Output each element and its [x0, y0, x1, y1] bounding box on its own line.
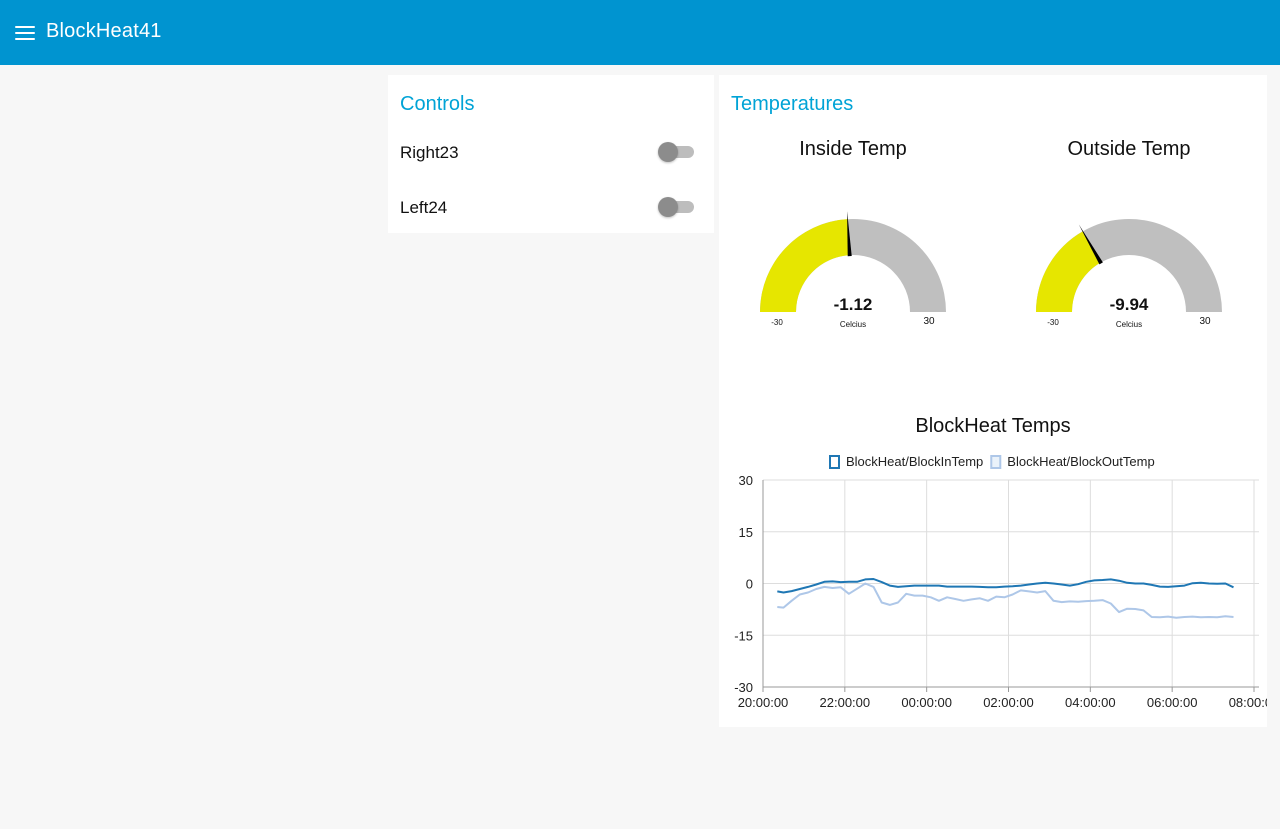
- right23-toggle-switch[interactable]: [658, 142, 696, 162]
- x-tick-label: 08:00:00: [1229, 695, 1267, 710]
- inside-temp-title: Inside Temp: [799, 138, 907, 160]
- gauge-min-label: -30: [771, 318, 783, 327]
- outside-temp-title: Outside Temp: [1067, 138, 1191, 160]
- gauge-value: -9.94: [1110, 295, 1149, 314]
- gauge-unit: Celcius: [840, 320, 866, 329]
- gauge-max-label: 30: [923, 316, 935, 327]
- temperatures-card: Temperatures Inside Temp -1.12 Celcius -30…: [719, 75, 1267, 727]
- gauge-max-label: 30: [1199, 316, 1211, 327]
- control-label: Left24: [400, 198, 448, 217]
- y-tick-label: -30: [734, 680, 753, 695]
- y-tick-label: 0: [746, 577, 753, 592]
- temperatures-title: Temperatures: [731, 93, 854, 115]
- control-row-left24: Left24: [400, 192, 696, 222]
- hamburger-menu-icon[interactable]: [15, 25, 35, 41]
- legend-label: BlockHeat/BlockInTemp: [846, 454, 983, 469]
- outside-temp-gauge: -9.94 Celcius -30 30: [1036, 219, 1222, 329]
- gauge-value: -1.12: [834, 295, 873, 314]
- top-header-bar: BlockHeat41: [0, 0, 1280, 65]
- app-title: BlockHeat41: [46, 20, 162, 42]
- gauge-unit: Celcius: [1116, 320, 1142, 329]
- x-tick-label: 06:00:00: [1147, 695, 1198, 710]
- switch-thumb: [658, 142, 678, 162]
- y-tick-label: 30: [739, 473, 753, 488]
- temps-line-chart: BlockHeat/BlockInTemp BlockHeat/BlockOutT…: [734, 454, 1267, 710]
- legend-swatch: [990, 455, 1002, 469]
- x-tick-label: 00:00:00: [901, 695, 952, 710]
- control-label: Right23: [400, 143, 459, 162]
- x-tick-label: 20:00:00: [738, 695, 789, 710]
- x-tick-label: 02:00:00: [983, 695, 1034, 710]
- legend-label: BlockHeat/BlockOutTemp: [1007, 454, 1154, 469]
- switch-thumb: [658, 197, 678, 217]
- x-tick-label: 22:00:00: [820, 695, 871, 710]
- control-row-right23: Right23: [400, 137, 696, 167]
- chart-title: BlockHeat Temps: [915, 415, 1071, 437]
- controls-title: Controls: [400, 93, 475, 115]
- series-line: [777, 582, 1234, 619]
- legend-swatch: [829, 455, 840, 469]
- gauge-min-label: -30: [1047, 318, 1059, 327]
- y-tick-label: -15: [734, 628, 753, 643]
- inside-temp-gauge: -1.12 Celcius -30 30: [760, 211, 946, 329]
- controls-card: Controls Right23 Left24: [388, 75, 714, 233]
- y-tick-label: 15: [739, 525, 753, 540]
- left24-toggle-switch[interactable]: [658, 197, 696, 217]
- x-tick-label: 04:00:00: [1065, 695, 1116, 710]
